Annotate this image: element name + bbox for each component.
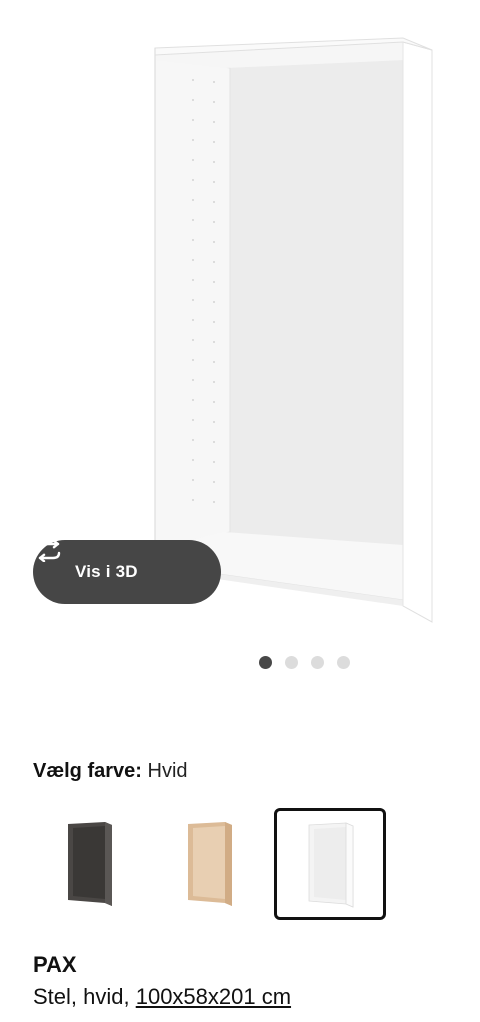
carousel-dot[interactable]	[311, 656, 324, 669]
carousel-dot[interactable]	[337, 656, 350, 669]
product-description-text: Stel, hvid,	[33, 984, 136, 1009]
color-swatch-white-selected[interactable]	[274, 808, 386, 920]
wardrobe-oak-thumbnail	[188, 822, 232, 906]
view-in-3d-button[interactable]: Vis i 3D	[33, 540, 221, 604]
color-selector-heading: Vælg farve: Hvid	[33, 759, 188, 783]
color-selector-label: Vælg farve:	[33, 760, 142, 782]
product-description: Stel, hvid, 100x58x201 cm	[33, 984, 291, 1010]
product-image[interactable]: Vis i 3D	[0, 0, 480, 640]
product-size-link[interactable]: 100x58x201 cm	[136, 984, 291, 1009]
carousel-indicator	[259, 656, 350, 669]
carousel-dot[interactable]	[259, 656, 272, 669]
selected-color-value: Hvid	[147, 760, 188, 782]
wardrobe-white-thumbnail	[308, 822, 354, 908]
carousel-dot[interactable]	[285, 656, 298, 669]
wardrobe-dark-grey-thumbnail	[68, 822, 112, 906]
color-swatch-dark-grey[interactable]	[33, 808, 145, 920]
view-in-3d-label: Vis i 3D	[75, 562, 138, 581]
product-name: PAX	[33, 952, 77, 977]
color-swatch-white-stained-oak[interactable]	[153, 808, 265, 920]
